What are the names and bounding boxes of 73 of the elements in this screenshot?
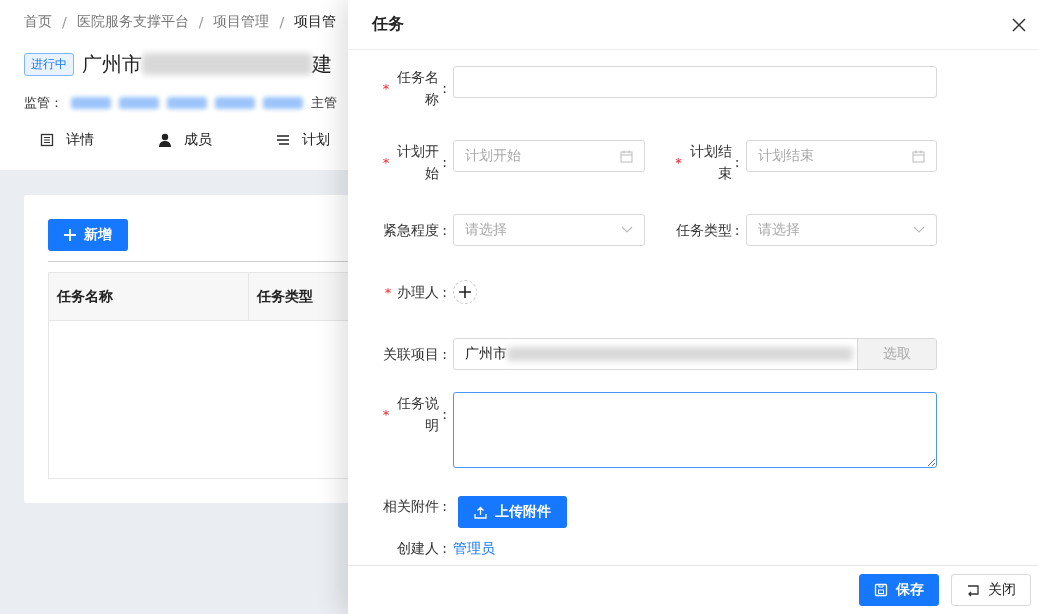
- blurred-text: [167, 97, 207, 109]
- add-assignee-button[interactable]: [453, 280, 477, 304]
- chevron-down-icon: [913, 226, 925, 234]
- label-colon: :: [442, 284, 447, 300]
- description-textarea[interactable]: [453, 392, 937, 468]
- upload-button[interactable]: 上传附件: [458, 496, 567, 528]
- field-label: 创建人: [397, 539, 440, 558]
- column-header: 任务名称: [49, 273, 249, 320]
- tab[interactable]: 详情: [24, 130, 142, 150]
- required-asterisk: *: [382, 406, 390, 422]
- field-label: 任务类型: [675, 221, 732, 240]
- required-asterisk: *: [382, 80, 390, 96]
- save-button[interactable]: 保存: [859, 574, 939, 606]
- field-label: 任务说明: [396, 394, 440, 435]
- label-colon: :: [442, 154, 447, 170]
- date-input[interactable]: 计划结束: [745, 140, 937, 172]
- tab[interactable]: 成员: [142, 130, 260, 150]
- breadcrumb-separator: /: [279, 14, 285, 30]
- document-icon: [40, 133, 54, 147]
- person-icon: [158, 133, 172, 147]
- add-button[interactable]: 新增: [48, 219, 128, 251]
- field-label: 任务名称: [396, 68, 440, 109]
- project-picker[interactable]: 广州市 选取: [453, 338, 937, 370]
- label-colon: :: [442, 406, 447, 422]
- plus-icon: [459, 286, 471, 298]
- manager-label: 主管: [311, 94, 337, 112]
- label-colon: :: [442, 222, 447, 238]
- breadcrumb-link[interactable]: 医院服务支撑平台: [76, 13, 189, 31]
- breadcrumb-separator: /: [198, 14, 204, 30]
- label-colon: :: [442, 498, 447, 514]
- status-tag: 进行中: [24, 52, 74, 76]
- required-asterisk: *: [675, 154, 682, 170]
- creator-link[interactable]: 管理员: [453, 536, 495, 560]
- label-colon: :: [734, 154, 740, 170]
- blurred-text: [263, 97, 303, 109]
- breadcrumb-separator: /: [62, 14, 67, 30]
- field-label: 办理人: [397, 283, 440, 302]
- column-header: 任务类型: [255, 286, 314, 306]
- select-dropdown[interactable]: 请选择: [745, 214, 937, 246]
- close-button[interactable]: 关闭: [951, 574, 1031, 606]
- calendar-icon: [619, 149, 633, 163]
- breadcrumb-link[interactable]: 首页: [24, 13, 52, 31]
- return-arrow-icon: [966, 583, 980, 597]
- field-label: 相关附件: [383, 497, 440, 516]
- drawer-title: 任务: [372, 14, 404, 35]
- close-icon[interactable]: [1012, 17, 1026, 32]
- calendar-icon: [912, 149, 925, 163]
- plus-icon: [64, 229, 76, 241]
- upload-icon: [474, 505, 487, 519]
- select-dropdown[interactable]: 请选择: [453, 214, 645, 246]
- list-icon: [276, 133, 290, 147]
- field-label: 关联项目: [383, 345, 440, 364]
- project-value: 广州市: [465, 345, 507, 363]
- task-name-input[interactable]: [453, 66, 937, 98]
- field-label: 计划结束: [688, 142, 732, 183]
- required-asterisk: *: [382, 154, 390, 170]
- date-input[interactable]: 计划开始: [453, 140, 645, 172]
- label-colon: :: [734, 222, 740, 238]
- breadcrumb-link[interactable]: 项目管理: [213, 13, 270, 31]
- project-title: 建: [312, 50, 332, 78]
- blurred-text: [71, 97, 111, 109]
- label-colon: :: [442, 80, 447, 96]
- label-colon: :: [442, 540, 447, 556]
- chevron-down-icon: [620, 226, 633, 234]
- supervisor-label: 监管：: [24, 94, 63, 112]
- breadcrumb-link[interactable]: 项目管: [294, 13, 337, 31]
- project-title: 广州市: [82, 50, 142, 78]
- blurred-text: [119, 97, 159, 109]
- required-asterisk: *: [384, 284, 392, 300]
- field-label: 紧急程度: [383, 221, 440, 240]
- label-colon: :: [442, 346, 447, 362]
- field-label: 计划开始: [396, 142, 440, 183]
- blurred-text: [215, 97, 255, 109]
